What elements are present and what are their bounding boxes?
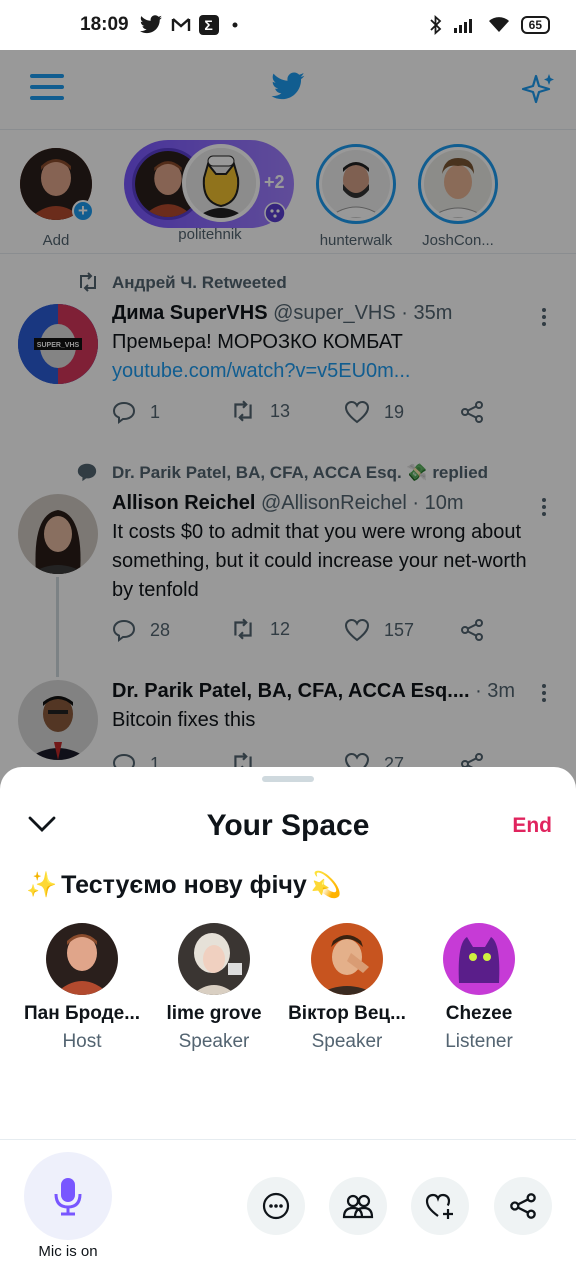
- sparkles-emoji: ✨: [26, 871, 58, 899]
- share-icon: [510, 1193, 536, 1219]
- signal-icon: [453, 19, 472, 33]
- status-time: 18:09: [80, 14, 129, 35]
- avatar: [311, 923, 383, 995]
- react-button[interactable]: [411, 1177, 469, 1235]
- mic-button[interactable]: [24, 1152, 112, 1240]
- participant-role: Host: [62, 1031, 102, 1052]
- participants-button[interactable]: [329, 1177, 387, 1235]
- twitter-icon: [139, 15, 162, 34]
- heart-plus-icon: [425, 1193, 453, 1219]
- mic-status-label: Mic is on: [38, 1243, 98, 1260]
- space-topic-text: Тестуємо нову фічу: [61, 871, 307, 899]
- share-space-button[interactable]: [494, 1177, 552, 1235]
- participant[interactable]: Віктор Вец... Speaker: [281, 923, 413, 1053]
- space-topic: ✨ Тестуємо нову фічу 💫: [26, 871, 342, 900]
- sheet-grabber[interactable]: [262, 776, 314, 782]
- wifi-icon: [488, 17, 509, 32]
- avatar: [443, 923, 515, 995]
- more-options-button[interactable]: [247, 1177, 305, 1235]
- status-bar: 18:09 Σ 65: [0, 0, 576, 50]
- end-space-button[interactable]: End: [512, 814, 552, 838]
- more-icon: [262, 1192, 290, 1220]
- participant[interactable]: lime grove Speaker: [148, 923, 280, 1053]
- participant-name: lime grove: [166, 1003, 262, 1024]
- gmail-icon: [171, 18, 190, 31]
- participant[interactable]: Chezee Listener: [413, 923, 545, 1053]
- dizzy-emoji: 💫: [310, 871, 342, 899]
- participant-name: Віктор Вец...: [288, 1003, 406, 1024]
- dot-icon: [232, 22, 238, 28]
- sheet-divider: [0, 1139, 576, 1140]
- participant[interactable]: Пан Броде... Host: [16, 923, 148, 1053]
- sigma-icon: Σ: [198, 15, 219, 35]
- battery-indicator: 65: [520, 16, 550, 34]
- bluetooth-icon: [430, 15, 441, 35]
- people-icon: [342, 1194, 374, 1219]
- space-sheet: Your Space End ✨ Тестуємо нову фічу 💫 Па…: [0, 767, 576, 1280]
- participant-name: Chezee: [445, 1003, 513, 1024]
- microphone-icon: [54, 1178, 82, 1216]
- participant-role: Speaker: [311, 1031, 383, 1052]
- participants-list: Пан Броде... Host lime grove Speaker Вік…: [0, 923, 576, 1053]
- space-title: Your Space: [206, 809, 370, 842]
- avatar: [46, 923, 118, 995]
- participant-role: Listener: [445, 1031, 513, 1052]
- participant-role: Speaker: [178, 1031, 250, 1052]
- system-nav-bar: [0, 1266, 576, 1280]
- participant-name: Пан Броде...: [23, 1003, 141, 1024]
- avatar: [178, 923, 250, 995]
